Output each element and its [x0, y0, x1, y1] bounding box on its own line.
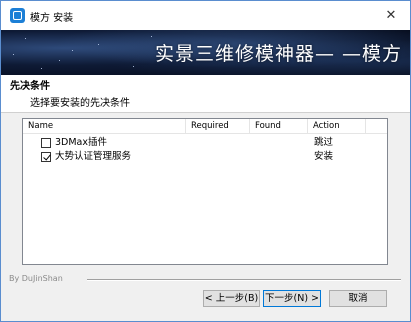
page-title: 先决条件 — [10, 81, 50, 92]
banner-star — [98, 44, 99, 45]
list-item-action: 跳过 — [314, 137, 334, 148]
list-item-action: 安装 — [314, 151, 334, 162]
header-banner: 实景三维修模神器— —模方 — [1, 30, 410, 75]
page-subtitle: 选择要安装的先决条件 — [30, 98, 130, 109]
checkbox-icon[interactable] — [41, 138, 51, 148]
list-item[interactable]: 3DMax插件 跳过 — [23, 136, 387, 150]
next-button[interactable]: 下一步(N) > — [263, 290, 321, 307]
banner-title: 实景三维修模神器— —模方 — [154, 43, 402, 65]
prerequisites-list[interactable]: Name Required Found Action 3DMax插件 跳过 大势… — [22, 118, 388, 265]
list-item[interactable]: 大势认证管理服务 安装 — [23, 150, 387, 164]
section-header: 先决条件 选择要安装的先决条件 — [1, 75, 410, 113]
column-header-required[interactable]: Required — [186, 119, 250, 134]
banner-star — [13, 54, 14, 55]
app-logo-icon — [10, 8, 25, 23]
column-header-action[interactable]: Action — [308, 119, 366, 134]
list-header: Name Required Found Action — [23, 119, 387, 134]
list-item-name: 大势认证管理服务 — [55, 151, 132, 162]
footer-author-label: By DuJinShan — [9, 274, 63, 283]
checkbox-icon[interactable] — [41, 152, 51, 162]
installer-window: 模方 安装 ✕ 实景三维修模神器— —模方 先决条件 选择要安装的先决条件 Na… — [0, 0, 411, 322]
column-header-found[interactable]: Found — [250, 119, 308, 134]
back-button[interactable]: < 上一步(B) — [203, 290, 260, 307]
title-bar[interactable]: 模方 安装 ✕ — [1, 1, 410, 30]
banner-star — [59, 60, 60, 61]
banner-star — [41, 68, 42, 69]
banner-star — [151, 36, 152, 37]
close-icon[interactable]: ✕ — [380, 4, 402, 26]
banner-star — [72, 50, 73, 51]
banner-star — [133, 66, 134, 67]
window-title: 模方 安装 — [30, 13, 74, 24]
column-header-name[interactable]: Name — [23, 119, 186, 134]
banner-star — [25, 38, 26, 39]
cancel-button[interactable]: 取消 — [329, 290, 387, 307]
list-item-name: 3DMax插件 — [55, 137, 107, 148]
footer-divider — [87, 279, 401, 281]
